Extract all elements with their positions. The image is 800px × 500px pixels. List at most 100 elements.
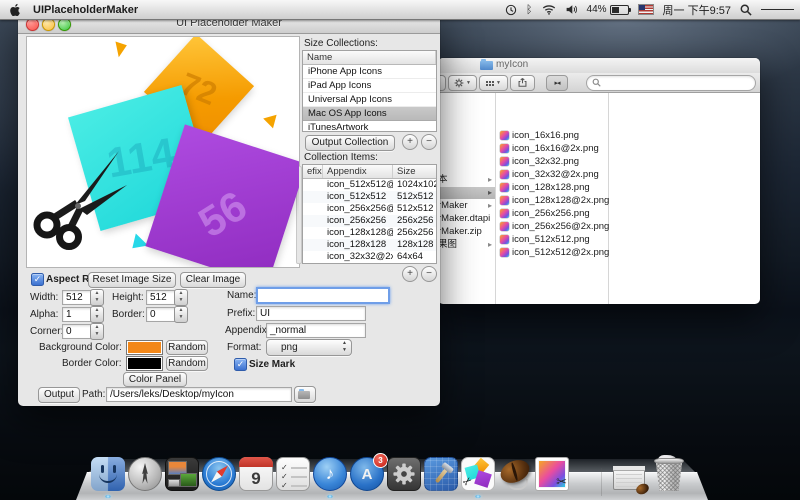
aspect-ratio-checkbox[interactable]: ✓ bbox=[31, 273, 44, 286]
dock-finder-icon[interactable] bbox=[91, 457, 125, 491]
column-header-appendix[interactable]: Appendix bbox=[323, 165, 393, 178]
gear-icon bbox=[393, 463, 415, 485]
prefix-input[interactable]: UI bbox=[256, 306, 366, 321]
column-header-name[interactable]: Name bbox=[303, 51, 436, 64]
dock-system-preferences-icon[interactable] bbox=[387, 457, 421, 491]
dock-calendar-icon[interactable]: 9 bbox=[239, 457, 273, 491]
collection-row-selected[interactable]: Mac OS App Icons bbox=[303, 107, 436, 121]
sidebar-row[interactable]: rMaker▸ bbox=[438, 200, 495, 212]
action-gear-button[interactable]: ▼ bbox=[448, 75, 477, 91]
column-header-prefix[interactable]: efix bbox=[303, 165, 323, 178]
border-color-swatch[interactable] bbox=[126, 356, 163, 371]
sidebar-row-selected[interactable]: ▸ bbox=[438, 187, 495, 199]
corner-stepper[interactable]: ▲▼ bbox=[90, 323, 104, 340]
file-row[interactable]: icon_256x256@2x.png bbox=[500, 221, 609, 232]
item-row[interactable]: icon_32x32@2x64x64 bbox=[303, 251, 436, 263]
clear-image-button[interactable]: Clear Image bbox=[180, 272, 246, 288]
collection-row[interactable]: Universal App Icons bbox=[303, 93, 436, 107]
item-row[interactable]: icon_128x128@2x256x256 bbox=[303, 227, 436, 239]
dock-ui-placeholder-maker-icon[interactable]: ✂ bbox=[461, 457, 495, 491]
menu-clock[interactable]: 周一 下午9:57 bbox=[663, 2, 731, 18]
reset-image-size-button[interactable]: Reset Image Size bbox=[88, 272, 176, 288]
choose-folder-button[interactable] bbox=[294, 386, 316, 403]
finder-search-input[interactable] bbox=[586, 75, 756, 91]
dock-app-store-icon[interactable]: A 3 bbox=[350, 457, 384, 491]
background-color-swatch[interactable] bbox=[126, 340, 163, 355]
output-collection-button[interactable]: Output Collection bbox=[305, 135, 395, 151]
dock-itunes-icon[interactable]: ♪ bbox=[313, 457, 347, 491]
file-row[interactable]: icon_16x16.png bbox=[500, 130, 579, 141]
arrange-button[interactable]: ▼ bbox=[479, 75, 508, 91]
dock-launchpad-icon[interactable] bbox=[128, 457, 162, 491]
sidebar-row[interactable]: 本▸ bbox=[438, 174, 495, 186]
item-row[interactable]: icon_256x256256x256 bbox=[303, 215, 436, 227]
scissors-illustration bbox=[27, 145, 127, 253]
dock-coffee-bean-app-icon[interactable] bbox=[498, 457, 532, 491]
sidebar-row[interactable]: rMaker.zip bbox=[438, 226, 495, 238]
file-row[interactable]: icon_256x256.png bbox=[500, 208, 590, 219]
format-select[interactable]: png ▲▼ bbox=[266, 339, 352, 356]
appendix-input[interactable]: _normal bbox=[266, 323, 366, 338]
dock-photos-app-icon[interactable] bbox=[165, 457, 199, 491]
remove-item-button[interactable]: − bbox=[421, 266, 437, 282]
size-mark-checkbox[interactable]: ✓ bbox=[234, 358, 247, 371]
notification-center-icon[interactable] bbox=[761, 7, 794, 12]
image-file-icon bbox=[500, 131, 509, 140]
file-row[interactable]: icon_32x32.png bbox=[500, 156, 579, 167]
disclosure-icon: ▸ bbox=[488, 174, 492, 186]
spotlight-icon[interactable] bbox=[740, 4, 752, 16]
folder-icon bbox=[298, 391, 310, 399]
border-stepper[interactable]: ▲▼ bbox=[174, 306, 188, 323]
dock-trash-icon[interactable] bbox=[655, 460, 683, 491]
file-row[interactable]: icon_128x128.png bbox=[500, 182, 590, 193]
bluetooth-icon[interactable]: ᛒ bbox=[526, 4, 533, 16]
item-row[interactable]: icon_512x512@2x1024x1024 bbox=[303, 179, 436, 191]
apple-menu[interactable] bbox=[10, 3, 21, 17]
dock-image-clip-app-icon[interactable]: ✂ bbox=[535, 457, 569, 491]
time-machine-icon[interactable] bbox=[505, 4, 517, 16]
collection-row[interactable]: iPad App Icons bbox=[303, 79, 436, 93]
background-random-button[interactable]: Random bbox=[166, 340, 208, 355]
path-input[interactable]: /Users/leks/Desktop/myIcon bbox=[106, 387, 292, 402]
name-input[interactable] bbox=[256, 287, 390, 304]
add-item-button[interactable]: + bbox=[402, 266, 418, 282]
collapse-button[interactable]: ▸◂ bbox=[546, 75, 568, 91]
dock-safari-icon[interactable] bbox=[202, 457, 236, 491]
add-collection-button[interactable]: + bbox=[402, 134, 418, 150]
file-row[interactable]: icon_512x512.png bbox=[500, 234, 590, 245]
image-preview-canvas[interactable]: 72 114 56 bbox=[26, 36, 300, 268]
volume-icon[interactable] bbox=[565, 4, 578, 15]
file-row[interactable]: icon_512x512@2x.png bbox=[500, 247, 609, 258]
search-icon bbox=[592, 74, 601, 92]
item-row[interactable]: icon_256x256@2x512x512 bbox=[303, 203, 436, 215]
disclosure-icon: ▸ bbox=[488, 200, 492, 212]
output-button[interactable]: Output bbox=[38, 387, 80, 403]
height-stepper[interactable]: ▲▼ bbox=[174, 289, 188, 306]
alpha-stepper[interactable]: ▲▼ bbox=[90, 306, 104, 323]
color-panel-button[interactable]: Color Panel bbox=[123, 372, 187, 387]
collection-row[interactable]: iPhone App Icons bbox=[303, 65, 436, 79]
column-divider[interactable] bbox=[495, 93, 496, 304]
input-language-flag-icon[interactable] bbox=[638, 4, 654, 15]
item-row[interactable]: icon_512x512512x512 bbox=[303, 191, 436, 203]
dock-xcode-icon[interactable] bbox=[424, 457, 458, 491]
badge: 3 bbox=[373, 453, 388, 468]
item-row[interactable]: icon_128x128128x128 bbox=[303, 239, 436, 251]
dock-reminders-icon[interactable]: ✓ ✓ ✓ bbox=[276, 457, 310, 491]
file-row[interactable]: icon_128x128@2x.png bbox=[500, 195, 609, 206]
width-stepper[interactable]: ▲▼ bbox=[90, 289, 104, 306]
collection-row[interactable]: iTunesArtwork bbox=[303, 121, 436, 132]
file-row[interactable]: icon_32x32@2x.png bbox=[500, 169, 599, 180]
column-header-size[interactable]: Size bbox=[393, 165, 436, 178]
share-button[interactable] bbox=[510, 75, 535, 91]
dock-minimized-window[interactable] bbox=[613, 466, 645, 490]
border-random-button[interactable]: Random bbox=[166, 356, 208, 371]
menu-app-name[interactable]: UIPlaceholderMaker bbox=[33, 4, 138, 16]
remove-collection-button[interactable]: − bbox=[421, 134, 437, 150]
file-row[interactable]: icon_16x16@2x.png bbox=[500, 143, 599, 154]
sidebar-row[interactable]: 果图▸ bbox=[438, 239, 495, 251]
sidebar-row[interactable]: rMaker.dtapi bbox=[438, 213, 495, 225]
finder-titlebar[interactable]: myIcon bbox=[438, 58, 760, 73]
wifi-icon[interactable] bbox=[542, 4, 556, 15]
battery-indicator[interactable]: 44% bbox=[587, 4, 629, 15]
